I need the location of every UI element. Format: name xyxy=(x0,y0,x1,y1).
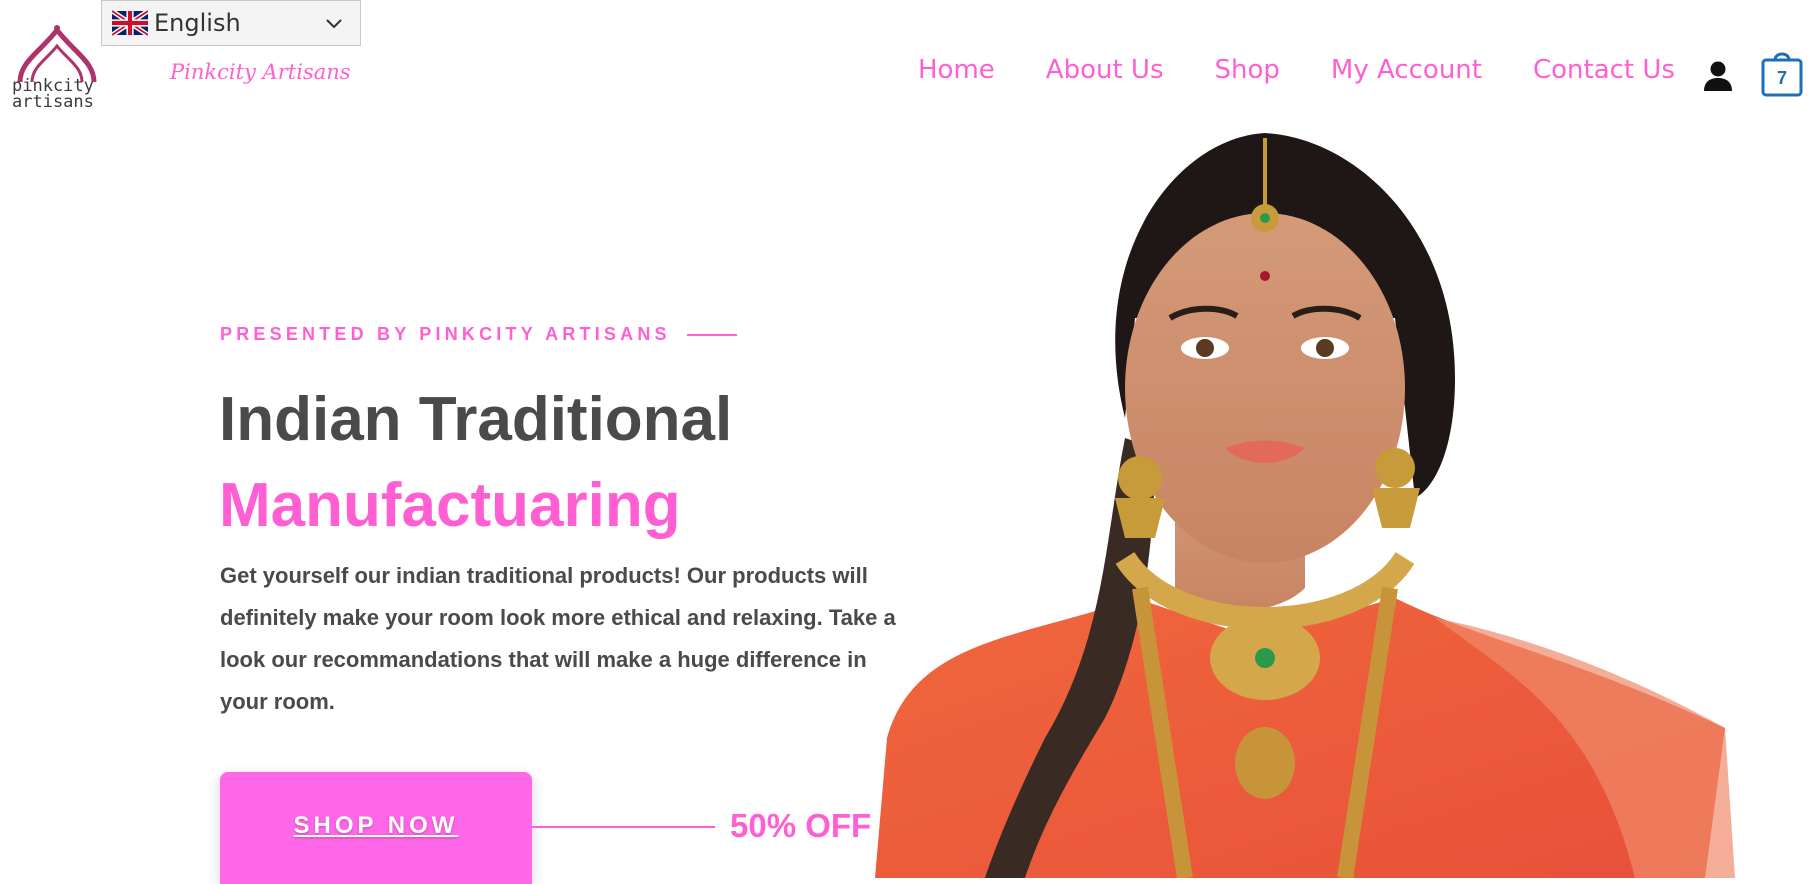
site-name[interactable]: Pinkcity Artisans xyxy=(170,60,351,84)
nav-item-my-account[interactable]: My Account xyxy=(1331,55,1482,85)
hero-heading-line1: Indian Traditional xyxy=(219,385,733,454)
hero-tagline-text: PRESENTED BY PINKCITY ARTISANS xyxy=(220,324,671,344)
cart-count-badge: 7 xyxy=(1776,68,1787,88)
chevron-down-icon xyxy=(326,19,342,29)
hero-description: Get yourself our indian traditional prod… xyxy=(220,563,896,714)
logo-text-line2: artisans xyxy=(12,92,94,112)
shop-now-label: SHOP NOW xyxy=(293,812,459,839)
hero-heading-line2: Manufactuaring xyxy=(219,471,681,540)
hero-model-image xyxy=(875,133,1735,878)
nav-item-shop[interactable]: Shop xyxy=(1215,55,1280,85)
main-nav: Home About Us Shop My Account Contact Us xyxy=(918,55,1675,85)
cart-button[interactable]: 7 xyxy=(1760,48,1804,98)
offer-text: 50% OFF xyxy=(730,807,872,844)
nav-item-home[interactable]: Home xyxy=(918,55,995,85)
language-label: English xyxy=(154,9,241,37)
hero-tagline: PRESENTED BY PINKCITY ARTISANS xyxy=(220,324,737,345)
logo-text: pinkcity artisans xyxy=(12,78,102,112)
offer-divider xyxy=(532,826,715,828)
user-icon[interactable] xyxy=(1703,60,1733,92)
tagline-divider xyxy=(686,333,737,336)
nav-item-contact-us[interactable]: Contact Us xyxy=(1533,55,1675,85)
uk-flag-icon xyxy=(112,10,148,36)
language-selector[interactable]: English xyxy=(101,0,361,46)
nav-item-about-us[interactable]: About Us xyxy=(1046,55,1164,85)
shop-now-button[interactable]: SHOP NOW xyxy=(220,772,532,884)
